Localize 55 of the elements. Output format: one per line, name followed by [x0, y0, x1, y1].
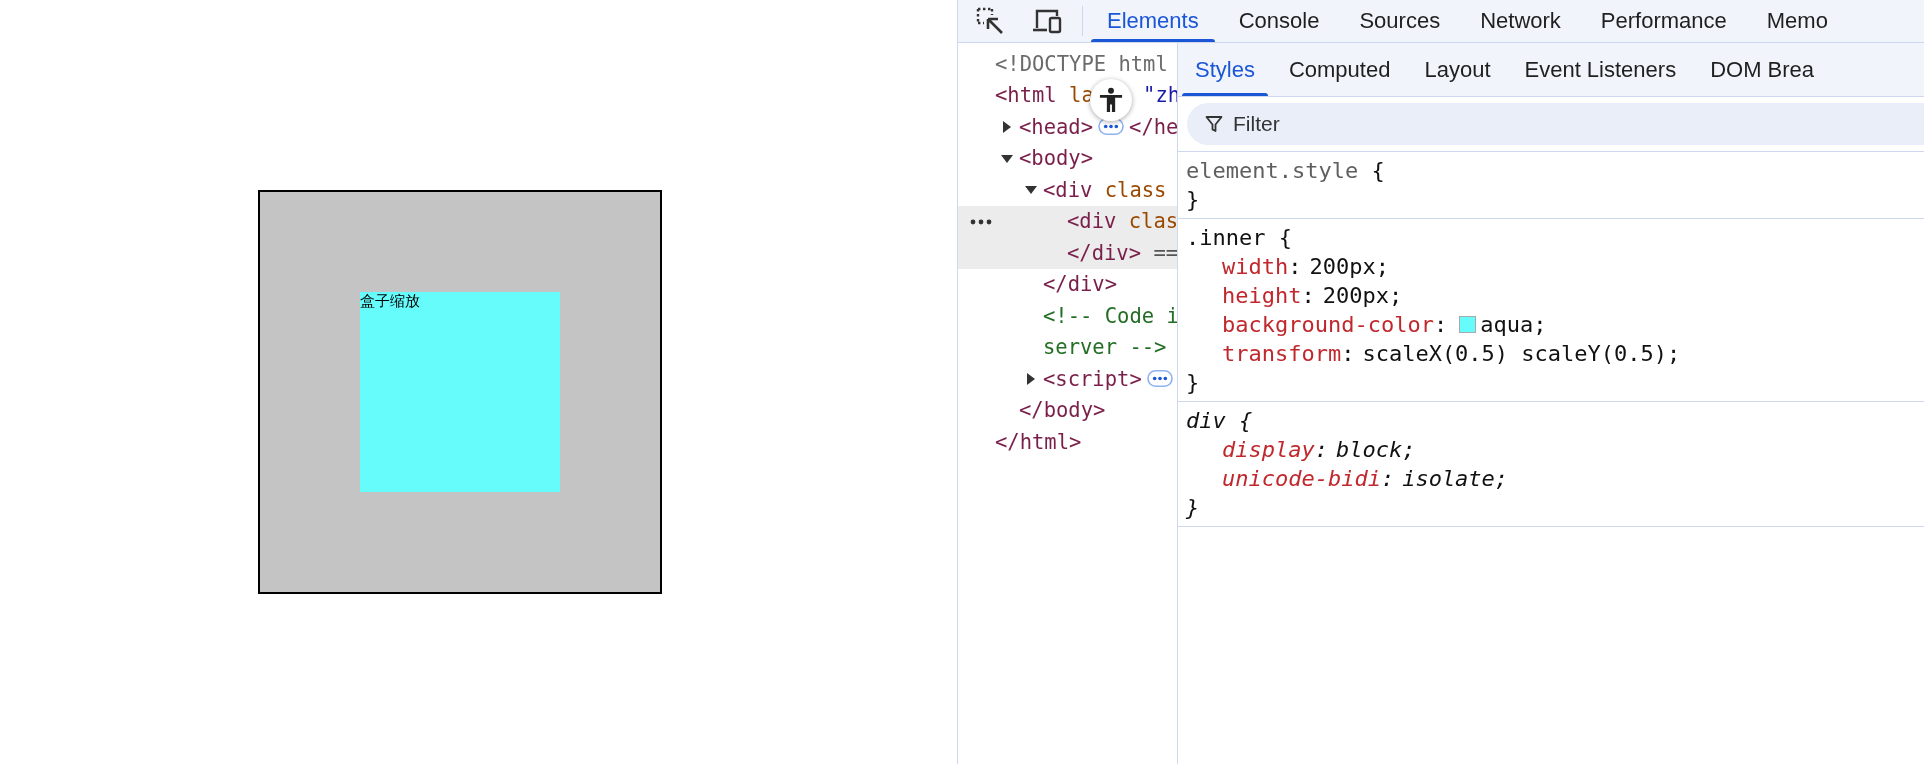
css-property[interactable]: unicode-bidi:: [1222, 464, 1395, 493]
css-selector: div {: [1186, 407, 1253, 435]
styles-tab[interactable]: Event Listeners: [1507, 43, 1694, 96]
color-swatch[interactable]: [1459, 316, 1477, 333]
panel-tab[interactable]: Elements: [1087, 0, 1219, 42]
expand-triangle-icon[interactable]: [1025, 373, 1037, 385]
css-value[interactable]: scaleX(0.5) scaleY(0.5);: [1362, 339, 1681, 368]
panel-tab[interactable]: Performance: [1580, 0, 1747, 42]
filter-icon: [1205, 115, 1223, 133]
closing-brace: }: [1186, 186, 1200, 214]
ellipsis-icon[interactable]: [1146, 370, 1173, 388]
dom-node-text[interactable]: <!-- Code i: [1043, 303, 1177, 328]
styles-tab[interactable]: Computed: [1271, 43, 1408, 96]
css-value[interactable]: isolate;: [1402, 464, 1509, 493]
closing-brace: }: [1186, 369, 1200, 397]
dom-node-text[interactable]: </div> ==: [1067, 240, 1177, 265]
dom-node-text[interactable]: <body>: [1019, 146, 1094, 171]
dom-node-text[interactable]: server -->: [1043, 335, 1167, 360]
more-icon[interactable]: [970, 218, 992, 225]
box-label: 盒子缩放: [360, 292, 420, 310]
css-property[interactable]: width:: [1222, 252, 1302, 281]
inspect-icon[interactable]: [976, 7, 1004, 35]
css-selector: element.style {: [1186, 157, 1385, 185]
panel-tab[interactable]: Console: [1218, 0, 1340, 42]
dom-node-text[interactable]: </div>: [1043, 272, 1118, 297]
filter-field[interactable]: Filter: [1187, 103, 1924, 145]
css-value[interactable]: 200px;: [1309, 252, 1389, 281]
styles-tab[interactable]: DOM Brea: [1693, 43, 1832, 96]
panel-tab[interactable]: Network: [1460, 0, 1581, 42]
styles-tab[interactable]: Styles: [1178, 43, 1272, 96]
css-property[interactable]: height:: [1222, 281, 1315, 310]
css-property[interactable]: display:: [1222, 435, 1328, 464]
dom-node-text[interactable]: <script>: [1043, 366, 1142, 391]
expand-triangle-icon[interactable]: [1001, 121, 1013, 133]
dom-node-text[interactable]: <div class: [1043, 177, 1167, 202]
collapse-triangle-icon[interactable]: [1025, 184, 1037, 196]
collapse-triangle-icon[interactable]: [1001, 152, 1013, 165]
dom-node-text[interactable]: </he: [1129, 114, 1177, 139]
device-toggle-icon[interactable]: [1032, 8, 1062, 34]
css-value[interactable]: aqua;: [1480, 310, 1547, 339]
dom-node-text[interactable]: <!DOCTYPE html: [995, 51, 1168, 76]
css-value[interactable]: 200px;: [1322, 281, 1403, 310]
panel-tab[interactable]: Sources: [1339, 0, 1461, 42]
css-selector: .inner {: [1186, 224, 1292, 252]
panel-tab[interactable]: Memo: [1746, 0, 1848, 42]
css-property[interactable]: background-color:: [1222, 310, 1448, 339]
closing-brace: }: [1186, 494, 1200, 522]
dom-node-text[interactable]: </html>: [995, 429, 1082, 454]
dom-node-text[interactable]: <div clas: [1067, 209, 1177, 234]
dom-node-text[interactable]: <head>: [1019, 114, 1094, 139]
styles-tab[interactable]: Layout: [1407, 43, 1508, 96]
ellipsis-icon[interactable]: [1098, 118, 1125, 136]
dom-node-text[interactable]: </body>: [1019, 398, 1106, 423]
css-value[interactable]: block;: [1335, 435, 1416, 464]
css-property[interactable]: transform:: [1222, 339, 1355, 368]
